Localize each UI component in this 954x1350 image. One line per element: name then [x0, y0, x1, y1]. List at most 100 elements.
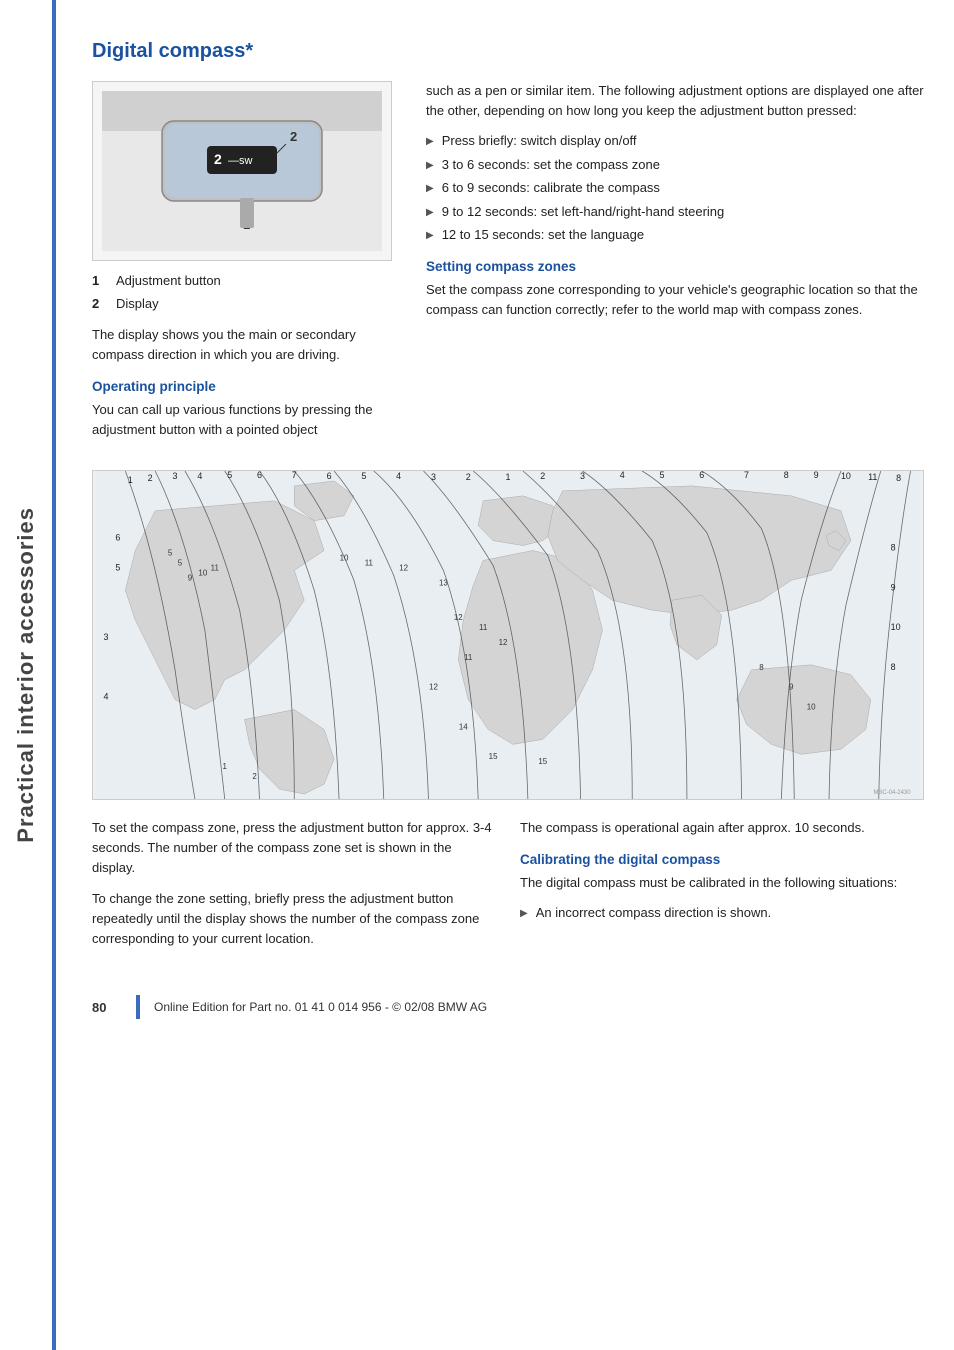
svg-text:3: 3: [580, 471, 585, 481]
part-label-1: Adjustment button: [116, 271, 221, 292]
svg-text:10: 10: [340, 554, 349, 563]
svg-text:5: 5: [178, 559, 183, 568]
svg-text:4: 4: [620, 471, 625, 480]
bullet-text-5: 12 to 15 seconds: set the language: [442, 225, 644, 245]
triangle-icon-1: ▶: [426, 134, 434, 151]
bottom-left-column: To set the compass zone, press the adjus…: [92, 818, 496, 959]
part-num-2: 2: [92, 294, 108, 315]
calibrating-bullet-1: ▶ An incorrect compass direction is show…: [520, 903, 924, 923]
bullet-text-2: 3 to 6 seconds: set the compass zone: [442, 155, 660, 175]
blue-bar: [52, 0, 56, 1350]
svg-text:11: 11: [211, 564, 220, 573]
svg-text:15: 15: [489, 752, 498, 761]
operating-principle-heading: Operating principle: [92, 379, 402, 394]
svg-text:5: 5: [168, 549, 173, 558]
svg-text:—sw: —sw: [228, 155, 253, 167]
bullet-text-3: 6 to 9 seconds: calibrate the compass: [442, 178, 660, 198]
svg-text:3: 3: [431, 472, 436, 482]
svg-text:11: 11: [479, 623, 488, 632]
svg-text:2: 2: [214, 151, 222, 167]
bullet-5: ▶ 12 to 15 seconds: set the language: [426, 225, 924, 245]
svg-text:6: 6: [257, 471, 262, 480]
svg-text:2: 2: [252, 772, 257, 781]
triangle-icon-5: ▶: [426, 228, 434, 245]
side-label-text: Practical interior accessories: [13, 507, 39, 843]
main-content: Digital compass* 2: [62, 0, 954, 1059]
svg-text:4: 4: [103, 692, 108, 702]
svg-text:6: 6: [699, 471, 704, 480]
intro-text: The display shows you the main or second…: [92, 325, 402, 365]
svg-text:MBC-04-2430: MBC-04-2430: [873, 790, 911, 796]
svg-text:15: 15: [538, 757, 547, 766]
bottom-left-text1: To set the compass zone, press the adjus…: [92, 818, 496, 878]
calibrating-bullet-text-1: An incorrect compass direction is shown.: [536, 903, 772, 923]
parts-list: 1 Adjustment button 2 Display: [92, 271, 402, 315]
world-map-image: 1 2 3 4 5 6 7 6 5 4 3 2 1 2 3 4 5: [92, 470, 924, 800]
triangle-icon-cal-1: ▶: [520, 906, 528, 923]
adjustment-bullets: ▶ Press briefly: switch display on/off ▶…: [426, 131, 924, 245]
svg-text:7: 7: [744, 471, 749, 480]
svg-text:11: 11: [365, 559, 374, 568]
svg-text:1: 1: [128, 475, 133, 485]
bottom-section: To set the compass zone, press the adjus…: [92, 818, 924, 959]
footer-bar: [136, 995, 140, 1019]
triangle-icon-2: ▶: [426, 158, 434, 175]
bullet-3: ▶ 6 to 9 seconds: calibrate the compass: [426, 178, 924, 198]
part-label-2: Display: [116, 294, 159, 315]
svg-text:5: 5: [660, 471, 665, 480]
mirror-image: 2 —sw 1 2: [92, 81, 392, 261]
setting-compass-zones-heading: Setting compass zones: [426, 259, 924, 274]
svg-text:12: 12: [454, 613, 463, 622]
bottom-right-column: The compass is operational again after a…: [520, 818, 924, 959]
svg-text:2: 2: [148, 473, 153, 483]
svg-text:10: 10: [807, 703, 816, 712]
svg-text:9: 9: [891, 582, 896, 592]
svg-text:4: 4: [197, 471, 202, 481]
operating-principle-text: You can call up various functions by pre…: [92, 400, 402, 440]
svg-text:1: 1: [506, 472, 511, 482]
svg-text:10: 10: [198, 569, 207, 578]
bottom-right-text: The compass is operational again after a…: [520, 818, 924, 838]
triangle-icon-3: ▶: [426, 181, 434, 198]
svg-text:1: 1: [223, 762, 228, 771]
svg-text:9: 9: [789, 683, 794, 692]
svg-text:14: 14: [459, 723, 468, 732]
svg-text:13: 13: [439, 578, 448, 587]
svg-text:12: 12: [499, 638, 508, 647]
page-number: 80: [92, 1000, 122, 1015]
svg-text:5: 5: [115, 563, 120, 573]
svg-text:2: 2: [290, 129, 297, 144]
world-map-section: 1 2 3 4 5 6 7 6 5 4 3 2 1 2 3 4 5: [92, 470, 924, 800]
svg-text:8: 8: [784, 471, 789, 480]
svg-text:8: 8: [896, 473, 901, 483]
part-item-1: 1 Adjustment button: [92, 271, 402, 292]
svg-text:4: 4: [396, 471, 401, 481]
calibrating-bullets: ▶ An incorrect compass direction is show…: [520, 903, 924, 923]
svg-text:8: 8: [759, 663, 764, 672]
svg-text:10: 10: [891, 622, 901, 632]
part-num-1: 1: [92, 271, 108, 292]
page-title: Digital compass*: [92, 40, 924, 63]
op-principle-continued: such as a pen or similar item. The follo…: [426, 81, 924, 121]
bullet-text-1: Press briefly: switch display on/off: [442, 131, 637, 151]
svg-text:8: 8: [891, 543, 896, 553]
svg-text:10: 10: [841, 471, 851, 481]
setting-compass-zones-text: Set the compass zone corresponding to yo…: [426, 280, 924, 320]
svg-text:2: 2: [540, 471, 545, 481]
svg-text:12: 12: [399, 564, 408, 573]
svg-text:6: 6: [327, 471, 332, 481]
bottom-left-text2: To change the zone setting, briefly pres…: [92, 889, 496, 949]
footer: 80 Online Edition for Part no. 01 41 0 0…: [92, 989, 924, 1019]
right-column: such as a pen or similar item. The follo…: [426, 81, 924, 450]
bullet-1: ▶ Press briefly: switch display on/off: [426, 131, 924, 151]
svg-text:3: 3: [173, 471, 178, 481]
svg-text:8: 8: [891, 662, 896, 672]
svg-text:5: 5: [227, 471, 232, 480]
svg-text:6: 6: [115, 533, 120, 543]
calibrating-text: The digital compass must be calibrated i…: [520, 873, 924, 893]
bullet-2: ▶ 3 to 6 seconds: set the compass zone: [426, 155, 924, 175]
footer-text: Online Edition for Part no. 01 41 0 014 …: [154, 1000, 487, 1014]
bullet-text-4: 9 to 12 seconds: set left-hand/right-han…: [442, 202, 725, 222]
svg-text:9: 9: [188, 573, 193, 582]
triangle-icon-4: ▶: [426, 205, 434, 222]
